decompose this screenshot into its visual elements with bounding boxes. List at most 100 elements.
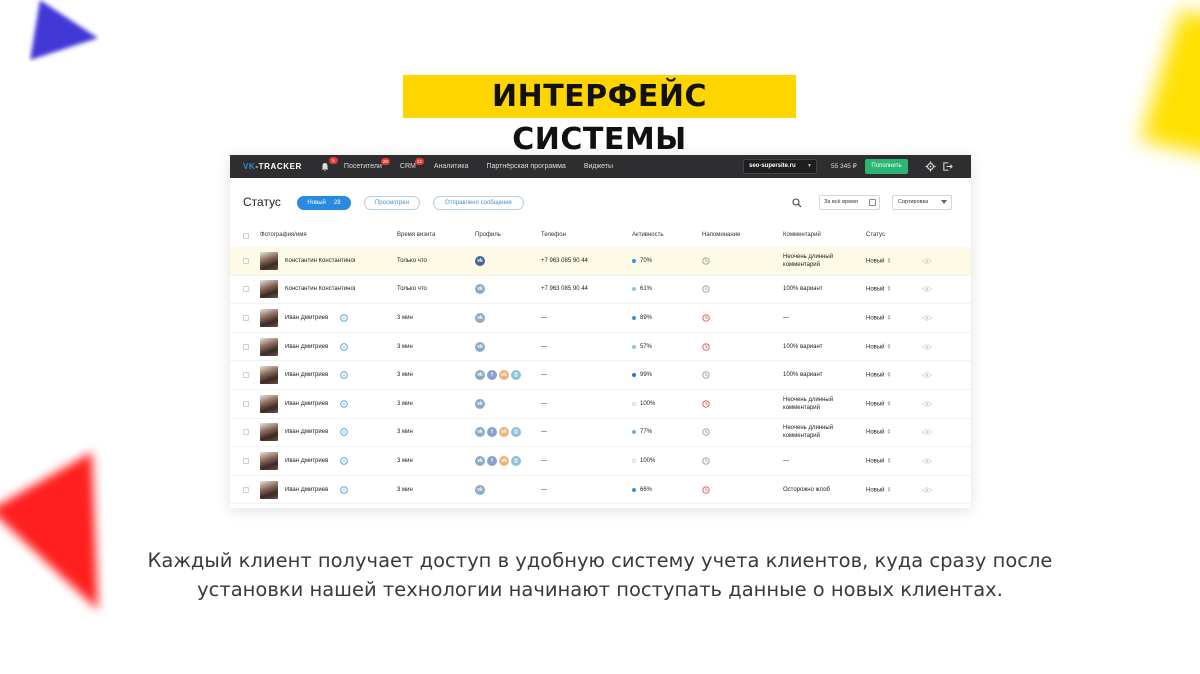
clock-icon[interactable] [702, 457, 710, 465]
eye-icon[interactable] [922, 400, 932, 407]
vk-icon[interactable]: vk [475, 255, 485, 266]
row-checkbox[interactable] [243, 343, 249, 350]
fb-icon[interactable]: f [487, 455, 497, 466]
clock-icon[interactable] [702, 285, 710, 294]
comment[interactable]: 100% вариант [783, 371, 853, 379]
ok-icon[interactable]: ok [499, 427, 509, 438]
vk-icon[interactable]: vk [475, 484, 485, 495]
status-select[interactable]: Новый ⇕ [866, 286, 892, 293]
status-select[interactable]: Новый ⇕ [866, 257, 892, 264]
table-row[interactable]: Иван Дмитриев 3 мин vk f ok @ — 77% Неочень длин… [230, 419, 971, 448]
row-checkbox[interactable] [243, 457, 249, 464]
comment[interactable]: Неочень длинный комментарий [783, 253, 853, 269]
eye-icon[interactable] [922, 429, 932, 436]
status-select[interactable]: Новый ⇕ [866, 314, 892, 321]
ok-icon[interactable]: ok [499, 455, 509, 466]
chat-icon[interactable] [340, 485, 348, 494]
eye-icon[interactable] [922, 486, 932, 493]
chat-icon[interactable] [340, 428, 348, 437]
clock-icon[interactable] [702, 485, 710, 494]
chat-icon[interactable] [340, 314, 348, 322]
row-checkbox[interactable] [243, 429, 249, 436]
nav-analytics[interactable]: Аналитика [434, 163, 469, 170]
col-reminder[interactable]: Напоминание [702, 232, 740, 238]
comment[interactable]: Осторожно жлоб [783, 486, 853, 494]
vk-icon[interactable]: vk [475, 398, 485, 409]
col-comment[interactable]: Комментарий [783, 232, 821, 238]
chat-icon[interactable] [340, 457, 348, 465]
status-select[interactable]: Новый ⇕ [866, 457, 892, 464]
clock-icon[interactable] [702, 428, 710, 437]
site-select[interactable]: seo-supersite.ru ▼ [743, 159, 817, 174]
comment[interactable]: 100% вариант [783, 285, 853, 293]
comment[interactable]: Неочень длинный комментарий [783, 424, 853, 440]
row-checkbox[interactable] [243, 286, 249, 293]
col-photo-name[interactable]: Фотография/имя [260, 232, 307, 238]
client-name[interactable]: Иван Дмитриев [285, 315, 328, 321]
table-row[interactable]: Иван Дмитриев 3 мин vk f ok @ — 100% — Новый ⇕ [230, 447, 971, 476]
nav-widgets[interactable]: Виджеты [584, 163, 613, 170]
vk-icon[interactable]: vk [475, 312, 485, 323]
clock-icon[interactable] [702, 257, 710, 265]
eye-icon[interactable] [922, 314, 932, 321]
sort-dropdown[interactable]: Сортировка [892, 195, 952, 210]
gear-icon[interactable] [925, 161, 936, 172]
search-icon[interactable] [792, 198, 802, 208]
client-name[interactable]: Иван Дмитриев [285, 429, 328, 435]
status-select[interactable]: Новый ⇕ [866, 372, 892, 379]
eye-icon[interactable] [922, 372, 932, 379]
table-row[interactable]: Иван Дмитриев 3 мин vk — 89% — Новый ⇕ [230, 304, 971, 333]
eye-icon[interactable] [922, 257, 932, 264]
row-checkbox[interactable] [243, 486, 249, 493]
client-name[interactable]: Константин Константинов [285, 286, 355, 292]
notifications-bell-icon[interactable]: 5 [320, 156, 338, 172]
ml-icon[interactable]: @ [511, 427, 521, 438]
client-name[interactable]: Константин Константинов [285, 258, 355, 264]
client-name[interactable]: Иван Дмитриев [285, 372, 328, 378]
clock-icon[interactable] [702, 314, 710, 322]
tab-viewed[interactable]: Просмотрен [364, 196, 420, 210]
status-select[interactable]: Новый ⇕ [866, 429, 892, 436]
col-visit-time[interactable]: Время визита [397, 232, 435, 238]
vk-icon[interactable]: vk [475, 455, 485, 466]
app-logo[interactable]: VK-TRACKER [243, 162, 302, 171]
col-phone[interactable]: Телефон [541, 232, 566, 238]
status-select[interactable]: Новый ⇕ [866, 486, 892, 493]
ml-icon[interactable]: @ [511, 455, 521, 466]
tab-new[interactable]: Новый 28 [297, 196, 351, 210]
status-select[interactable]: Новый ⇕ [866, 400, 892, 407]
comment[interactable]: 100% вариант [783, 343, 853, 351]
vk-icon[interactable]: vk [475, 341, 485, 352]
client-name[interactable]: Иван Дмитриев [285, 458, 328, 464]
clock-icon[interactable] [702, 342, 710, 351]
table-row[interactable]: Константин Константинов Только что vk +7 96… [230, 276, 971, 305]
col-profile[interactable]: Профиль [475, 232, 501, 238]
comment[interactable]: — [783, 314, 853, 322]
nav-crm[interactable]: CRM 12 [400, 158, 424, 170]
nav-partner-program[interactable]: Партнёрская программа [487, 163, 566, 170]
clock-icon[interactable] [702, 400, 710, 408]
tab-message-sent[interactable]: Отправлено сообщение [433, 196, 524, 210]
select-all-checkbox[interactable] [243, 233, 249, 239]
ok-icon[interactable]: ok [499, 370, 509, 381]
vk-icon[interactable]: vk [475, 284, 485, 295]
eye-icon[interactable] [922, 286, 932, 293]
comment[interactable]: Неочень длинный комментарий [783, 396, 853, 412]
topup-button[interactable]: Пополнить [865, 159, 908, 174]
client-name[interactable]: Иван Дмитриев [285, 401, 328, 407]
row-checkbox[interactable] [243, 400, 249, 407]
vk-icon[interactable]: vk [475, 427, 485, 438]
date-filter[interactable]: За всё время [819, 195, 880, 210]
row-checkbox[interactable] [243, 372, 249, 379]
chat-icon[interactable] [340, 400, 348, 408]
col-status[interactable]: Статус [866, 232, 885, 238]
clock-icon[interactable] [702, 371, 710, 379]
fb-icon[interactable]: f [487, 370, 497, 381]
table-row[interactable]: Иван Дмитриев 3 мин vk — 57% 100% вариант Новы… [230, 333, 971, 362]
table-row[interactable]: Иван Дмитриев 3 мин vk — 100% Неочень длинный… [230, 390, 971, 419]
chat-icon[interactable] [340, 342, 348, 351]
row-checkbox[interactable] [243, 314, 249, 321]
eye-icon[interactable] [922, 343, 932, 350]
fb-icon[interactable]: f [487, 427, 497, 438]
client-name[interactable]: Иван Дмитриев [285, 344, 328, 350]
